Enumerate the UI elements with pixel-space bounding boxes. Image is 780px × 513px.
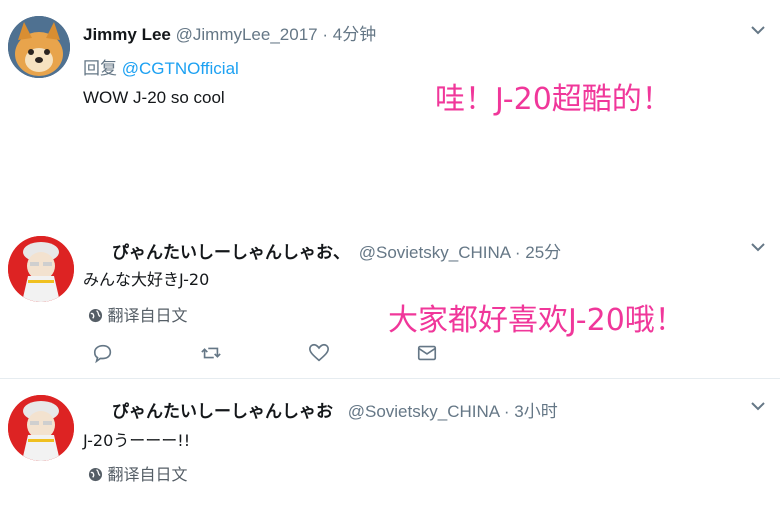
avatar-anime-character[interactable] xyxy=(8,395,74,461)
globe-icon xyxy=(88,308,103,323)
user-handle[interactable]: @JimmyLee_2017 xyxy=(176,25,318,44)
tweet-2-header: ぴゃんたいしーしゃんしゃお、 @Sovietsky_CHINA · 25分 xyxy=(112,238,561,263)
translate-label: 翻译自日文 xyxy=(107,465,188,484)
translate-label: 翻译自日文 xyxy=(107,306,188,325)
avatar-image xyxy=(8,16,70,78)
tweet-3-header: ぴゃんたいしーしゃんしゃお @Sovietsky_CHINA · 3小时 xyxy=(112,397,558,422)
display-name[interactable]: ぴゃんたいしーしゃんしゃお xyxy=(112,402,333,422)
heart-icon[interactable] xyxy=(308,342,330,364)
annotation-translation: 大家都好喜欢J-20哦！ xyxy=(388,303,685,338)
user-handle[interactable]: @Sovietsky_CHINA xyxy=(348,402,499,421)
translate-link[interactable]: 翻译自日文 xyxy=(88,302,187,326)
tweet-text: J-20うーーー!! xyxy=(83,431,191,450)
user-handle[interactable]: @Sovietsky_CHINA xyxy=(359,243,510,262)
chevron-down-icon[interactable] xyxy=(750,25,766,35)
tweet-3: ぴゃんたいしーしゃんしゃお @Sovietsky_CHINA · 3小时 J-2… xyxy=(0,379,780,513)
tweet-text: WOW J-20 so cool xyxy=(83,88,225,107)
display-name[interactable]: ぴゃんたいしーしゃんしゃお、 xyxy=(112,243,350,263)
avatar-anime-character[interactable] xyxy=(8,236,74,302)
chevron-down-icon[interactable] xyxy=(750,242,766,252)
tweet-2: ぴゃんたいしーしゃんしゃお、 @Sovietsky_CHINA · 25分 みん… xyxy=(0,210,780,378)
reply-prefix: 回复 xyxy=(83,59,117,78)
envelope-icon[interactable] xyxy=(416,342,438,364)
translate-link[interactable]: 翻译自日文 xyxy=(88,461,187,485)
timestamp[interactable]: · 3小时 xyxy=(504,402,558,421)
avatar-image xyxy=(8,236,74,302)
reply-to-link[interactable]: @CGTNOfficial xyxy=(122,59,239,78)
annotation-translation: 哇！J-20超酷的！ xyxy=(435,82,672,117)
retweet-icon[interactable] xyxy=(200,342,222,364)
tweet-1-header: Jimmy Lee @JimmyLee_2017 · 4分钟 xyxy=(83,20,376,45)
chevron-down-icon[interactable] xyxy=(750,401,766,411)
reply-context: 回复 @CGTNOfficial xyxy=(83,54,239,79)
display-name[interactable]: Jimmy Lee xyxy=(83,25,171,44)
avatar-shiba-dog[interactable] xyxy=(8,16,70,78)
timestamp[interactable]: · 25分 xyxy=(515,243,561,262)
tweet-1: Jimmy Lee @JimmyLee_2017 · 4分钟 回复 @CGTNO… xyxy=(0,0,780,210)
timestamp[interactable]: · 4分钟 xyxy=(322,25,376,44)
globe-icon xyxy=(88,467,103,482)
avatar-image xyxy=(8,395,74,461)
reply-icon[interactable] xyxy=(92,342,114,364)
tweet-text: みんな大好きJ-20 xyxy=(83,270,210,289)
